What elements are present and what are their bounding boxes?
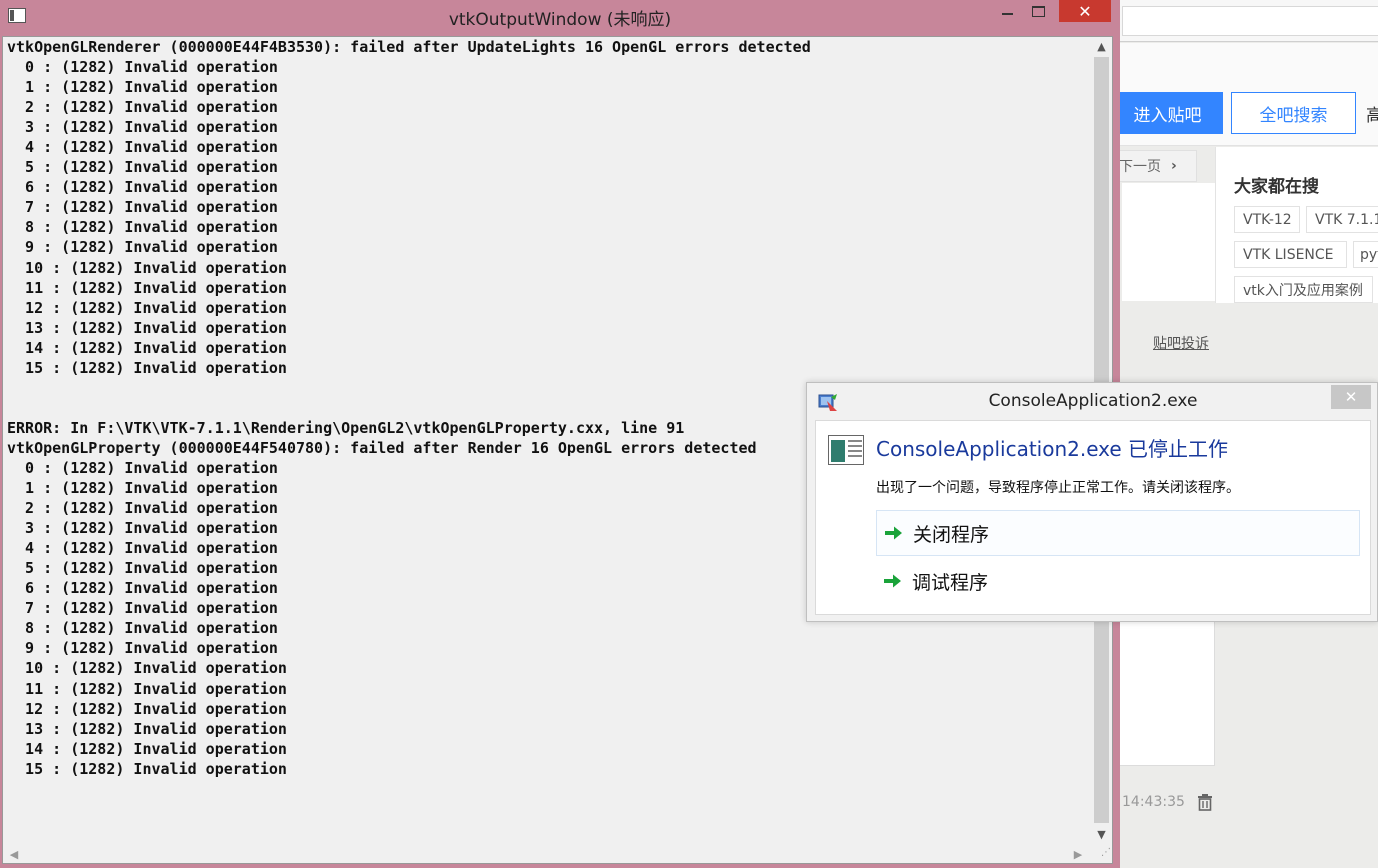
log-line: 1 : (1282) Invalid operation [7, 78, 278, 97]
hot-search-title: 大家都在搜 [1234, 177, 1319, 197]
log-line: 5 : (1282) Invalid operation [7, 158, 278, 177]
log-line: 14 : (1282) Invalid operation [7, 338, 287, 357]
resize-grip-icon[interactable]: ⋰ [1093, 847, 1111, 863]
green-arrow-icon [885, 526, 902, 540]
hot-search-tag[interactable]: VTK 7.1.1 [1306, 206, 1378, 233]
horizontal-scrollbar[interactable]: ◀ ▶ [3, 845, 1091, 863]
hot-search-tag[interactable]: VTK LISENCE [1234, 241, 1347, 268]
close-icon: ✕ [1078, 1, 1092, 21]
log-line: 9 : (1282) Invalid operation [7, 639, 278, 658]
log-line: 7 : (1282) Invalid operation [7, 198, 278, 217]
minimize-icon [1001, 13, 1013, 15]
dialog-body: ConsoleApplication2.exe 已停止工作 出现了一个问题，导致… [815, 420, 1371, 615]
dialog-close-button[interactable]: ✕ [1331, 385, 1371, 409]
hot-search-tag[interactable]: vtk入门及应用案例 [1234, 276, 1373, 303]
log-line: 9 : (1282) Invalid operation [7, 238, 278, 257]
partial-header-link[interactable]: 高 [1366, 92, 1378, 134]
address-bar[interactable] [1122, 6, 1378, 36]
log-line: 11 : (1282) Invalid operation [7, 679, 287, 698]
content-box [1112, 622, 1215, 766]
trash-icon[interactable] [1196, 793, 1214, 811]
close-button[interactable]: ✕ [1059, 0, 1111, 22]
vtk-title-bar[interactable]: vtkOutputWindow (未响应) ✕ [0, 0, 1120, 34]
log-line: 11 : (1282) Invalid operation [7, 278, 287, 297]
chevron-right-icon: › [1171, 158, 1177, 174]
log-line: 15 : (1282) Invalid operation [7, 358, 287, 377]
tieba-complaint-link[interactable]: 贴吧投诉 [1153, 333, 1209, 353]
maximize-icon [1031, 5, 1045, 17]
dialog-heading: ConsoleApplication2.exe 已停止工作 [876, 437, 1229, 461]
search-all-bars-button[interactable]: 全吧搜索 [1231, 92, 1356, 134]
scroll-down-arrow-icon[interactable]: ▼ [1091, 825, 1112, 843]
browser-toolbar [1112, 0, 1378, 42]
log-line: 10 : (1282) Invalid operation [7, 258, 287, 277]
scroll-left-arrow-icon[interactable]: ◀ [5, 845, 23, 863]
log-line: 10 : (1282) Invalid operation [7, 659, 287, 678]
debug-program-option[interactable]: 调试程序 [876, 558, 1360, 604]
enter-tieba-button[interactable]: 进入贴吧 [1112, 92, 1223, 134]
log-line: 13 : (1282) Invalid operation [7, 318, 287, 337]
log-line: 2 : (1282) Invalid operation [7, 98, 278, 117]
close-program-label: 关闭程序 [913, 523, 990, 546]
next-page-button[interactable]: 下一页 › [1116, 150, 1197, 182]
crash-dialog: ConsoleApplication2.exe ✕ ConsoleApplica… [806, 382, 1378, 622]
log-line: vtkOpenGLRenderer (000000E44F4B3530): fa… [7, 38, 811, 56]
post-timestamp: 14:43:35 [1122, 794, 1185, 810]
debug-program-label: 调试程序 [912, 571, 989, 594]
dialog-message: 出现了一个问题，导致程序停止正常工作。请关闭该程序。 [876, 480, 1240, 496]
log-line: 0 : (1282) Invalid operation [7, 58, 278, 77]
close-icon: ✕ [1344, 388, 1358, 406]
content-strip [1122, 183, 1215, 301]
log-line: 12 : (1282) Invalid operation [7, 298, 287, 317]
next-page-label: 下一页 [1119, 159, 1161, 175]
application-icon [828, 435, 864, 465]
dialog-title: ConsoleApplication2.exe [988, 391, 1198, 411]
vtk-window-title: vtkOutputWindow (未响应) [448, 10, 672, 30]
log-line: 14 : (1282) Invalid operation [7, 739, 287, 758]
hot-search-tag[interactable]: VTK-12 [1234, 206, 1300, 233]
maximize-button[interactable] [1025, 0, 1051, 22]
log-line: 4 : (1282) Invalid operation [7, 138, 278, 157]
log-line: 8 : (1282) Invalid operation [7, 218, 278, 237]
log-line: 3 : (1282) Invalid operation [7, 118, 278, 137]
log-line: 13 : (1282) Invalid operation [7, 719, 287, 738]
log-line: 12 : (1282) Invalid operation [7, 699, 287, 718]
log-line: 6 : (1282) Invalid operation [7, 178, 278, 197]
scroll-right-arrow-icon[interactable]: ▶ [1069, 845, 1087, 863]
scroll-up-arrow-icon[interactable]: ▲ [1091, 37, 1112, 55]
minimize-button[interactable] [994, 0, 1020, 22]
log-line: 15 : (1282) Invalid operation [7, 759, 287, 778]
close-program-option[interactable]: 关闭程序 [876, 510, 1360, 556]
hot-search-tag[interactable]: pyt [1353, 241, 1378, 268]
green-arrow-icon [884, 574, 901, 588]
